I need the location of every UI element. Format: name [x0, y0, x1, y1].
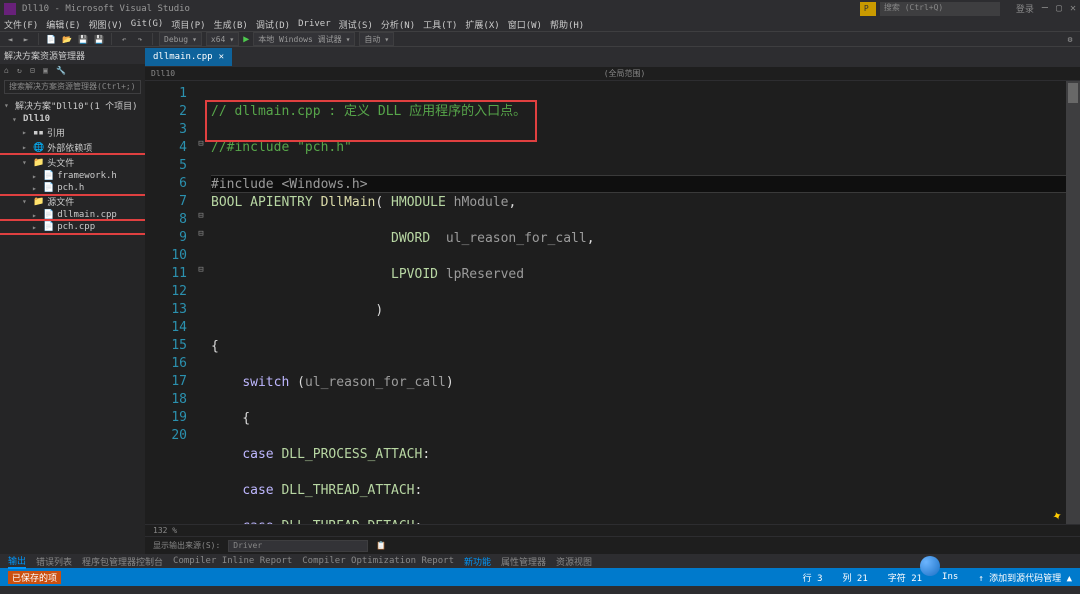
crumb-scope[interactable]: (全局范围)	[175, 68, 1074, 79]
vertical-scrollbar[interactable]	[1066, 81, 1080, 524]
headers-folder[interactable]: ▾📁头文件	[0, 155, 145, 170]
tab-errorlist[interactable]: 错误列表	[36, 555, 72, 568]
titlebar: Dll10 - Microsoft Visual Studio P 搜索 (Ct…	[0, 0, 1080, 17]
solution-toolbar: ⌂ ↻ ⊟ ▣ 🔧	[0, 64, 145, 78]
source-dllmain[interactable]: ▸📄dllmain.cpp	[0, 209, 145, 221]
collapse-icon[interactable]: ⊟	[30, 66, 40, 76]
status-col: 列 21	[843, 571, 868, 584]
close-icon[interactable]: ✕	[1070, 3, 1076, 14]
crumb-project[interactable]: Dll10	[151, 69, 175, 78]
menu-build[interactable]: 生成(B)	[214, 18, 248, 31]
output-panel: 显示输出来源(S): Driver 📋	[145, 536, 1080, 554]
line-gutter: 12345 678910 1112131415 1617181920	[145, 81, 195, 524]
statusbar: 已保存的项 行 3 列 21 字符 21 Ins ↑ 添加到源代码管理 ▲	[0, 568, 1080, 586]
signin-link[interactable]: 登录	[1016, 2, 1034, 15]
undo-icon[interactable]: ↶	[118, 33, 130, 45]
header-framework[interactable]: ▸📄framework.h	[0, 170, 145, 182]
tab-close-icon[interactable]: ✕	[219, 52, 224, 62]
status-ins: Ins	[942, 572, 958, 582]
forward-icon[interactable]: ►	[20, 33, 32, 45]
breadcrumbs: Dll10 (全局范围)	[145, 67, 1080, 81]
source-pch[interactable]: ▸📄pch.cpp	[0, 221, 145, 233]
toolbar: ◄ ► 📄 📂 💾 💾 ↶ ↷ Debug▾ x64▾ ▶ 本地 Windows…	[0, 31, 1080, 47]
tab-inline[interactable]: Compiler Inline Report	[173, 556, 292, 566]
status-line: 行 3	[803, 571, 823, 584]
search-badge[interactable]: P	[860, 2, 876, 16]
home-icon[interactable]: ⌂	[4, 66, 14, 76]
output-icon[interactable]: 📋	[376, 541, 386, 550]
menubar: 文件(F) 编辑(E) 视图(V) Git(G) 项目(P) 生成(B) 调试(…	[0, 17, 1080, 31]
open-icon[interactable]: 📂	[61, 33, 73, 45]
new-icon[interactable]: 📄	[45, 33, 57, 45]
editor-footer: 132 %	[145, 524, 1080, 536]
code-editor[interactable]: 12345 678910 1112131415 1617181920 ⊟ ⊟⊟ …	[145, 81, 1080, 524]
menu-project[interactable]: 项目(P)	[171, 18, 205, 31]
bottom-tabs: 输出 错误列表 程序包管理器控制台 Compiler Inline Report…	[0, 554, 1080, 568]
status-char: 字符 21	[888, 571, 922, 584]
solution-tree: ▾解决方案"Dll10"(1 个项目) ▾Dll10 ▸▪▪引用 ▸🌐外部依赖项…	[0, 96, 145, 235]
tab-propmgr[interactable]: 属性管理器	[501, 555, 546, 568]
project-node[interactable]: ▾Dll10	[0, 113, 145, 125]
back-icon[interactable]: ◄	[4, 33, 16, 45]
showall-icon[interactable]: ▣	[43, 66, 53, 76]
redo-icon[interactable]: ↷	[134, 33, 146, 45]
platform-combo[interactable]: x64▾	[206, 32, 239, 46]
menu-view[interactable]: 视图(V)	[89, 18, 123, 31]
assist-bubble-icon[interactable]	[920, 556, 940, 576]
tab-dllmain[interactable]: dllmain.cpp✕	[145, 48, 232, 66]
output-label: 显示输出来源(S):	[153, 540, 220, 551]
save-icon[interactable]: 💾	[77, 33, 89, 45]
tab-resview[interactable]: 资源视图	[556, 555, 592, 568]
solution-explorer-panel: 解决方案资源管理器 ⌂ ↻ ⊟ ▣ 🔧 搜索解决方案资源管理器(Ctrl+;) …	[0, 47, 145, 554]
mode-combo[interactable]: 自动▾	[359, 32, 394, 46]
tool-icon[interactable]: ⚙	[1064, 33, 1076, 45]
status-ready: 已保存的项	[8, 571, 61, 584]
tab-pkgmgr[interactable]: 程序包管理器控制台	[82, 555, 163, 568]
menu-extensions[interactable]: 扩展(X)	[465, 18, 499, 31]
fold-gutter: ⊟ ⊟⊟ ⊟	[195, 81, 207, 524]
tab-opt[interactable]: Compiler Optimization Report	[302, 556, 454, 566]
external-deps-node[interactable]: ▸🌐外部依赖项	[0, 140, 145, 155]
config-combo[interactable]: Debug▾	[159, 32, 202, 46]
output-source-combo[interactable]: Driver	[228, 540, 368, 552]
menu-file[interactable]: 文件(F)	[4, 18, 38, 31]
vs-logo-icon	[4, 3, 16, 15]
menu-debug[interactable]: 调试(D)	[256, 18, 290, 31]
saveall-icon[interactable]: 💾	[93, 33, 105, 45]
maximize-icon[interactable]: ▢	[1056, 3, 1062, 14]
minimize-icon[interactable]: ─	[1042, 3, 1048, 14]
code-content[interactable]: // dllmain.cpp : 定义 DLL 应用程序的入口点。 //#inc…	[207, 81, 1080, 524]
menu-test[interactable]: 测试(S)	[339, 18, 373, 31]
menu-edit[interactable]: 编辑(E)	[46, 18, 80, 31]
zoom-level[interactable]: 132 %	[153, 526, 177, 535]
menu-tools[interactable]: 工具(T)	[423, 18, 457, 31]
tab-whatsnew[interactable]: 新功能	[464, 555, 491, 568]
menu-git[interactable]: Git(G)	[131, 19, 164, 29]
solution-search[interactable]: 搜索解决方案资源管理器(Ctrl+;)	[4, 80, 141, 94]
references-node[interactable]: ▸▪▪引用	[0, 125, 145, 140]
solution-title: 解决方案资源管理器	[0, 47, 145, 64]
menu-analyze[interactable]: 分析(N)	[381, 18, 415, 31]
tab-output[interactable]: 输出	[8, 554, 26, 569]
header-pch[interactable]: ▸📄pch.h	[0, 182, 145, 194]
menu-window[interactable]: 窗口(W)	[508, 18, 542, 31]
window-title: Dll10 - Microsoft Visual Studio	[22, 4, 190, 14]
solution-root[interactable]: ▾解决方案"Dll10"(1 个项目)	[0, 98, 145, 113]
play-icon[interactable]: ▶	[243, 34, 249, 45]
properties-icon[interactable]: 🔧	[56, 66, 66, 76]
sources-folder[interactable]: ▾📁源文件	[0, 194, 145, 209]
search-input[interactable]: 搜索 (Ctrl+Q)	[880, 2, 1000, 16]
run-combo[interactable]: 本地 Windows 调试器▾	[253, 32, 355, 46]
editor-tabs: dllmain.cpp✕	[145, 47, 1080, 67]
menu-driver[interactable]: Driver	[298, 19, 331, 29]
status-sourcecontrol[interactable]: ↑ 添加到源代码管理 ▲	[978, 571, 1072, 584]
sync-icon[interactable]: ↻	[17, 66, 27, 76]
menu-help[interactable]: 帮助(H)	[550, 18, 584, 31]
